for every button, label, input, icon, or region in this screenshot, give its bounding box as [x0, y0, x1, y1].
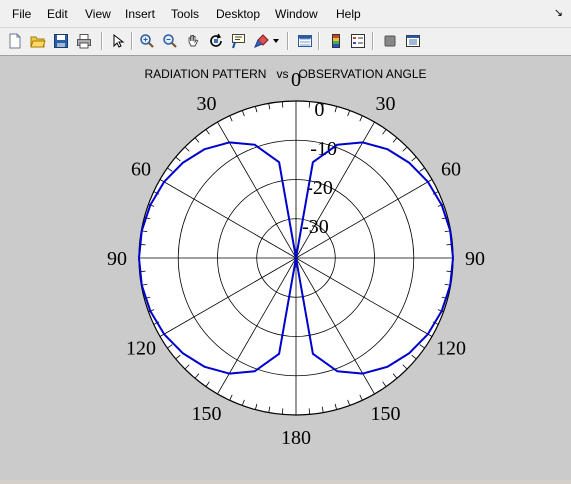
figure-canvas: RADIATION PATTERN vs OBSERVATION ANGLE 0… — [0, 56, 571, 480]
menu-insert[interactable]: Insert — [125, 7, 155, 21]
pan-hand-icon[interactable] — [183, 31, 203, 51]
menu-window[interactable]: Window — [275, 7, 318, 21]
plot-title: RADIATION PATTERN vs OBSERVATION ANGLE — [144, 67, 427, 81]
menu-desktop[interactable]: Desktop — [216, 7, 260, 21]
angle-tick-label: 30 — [376, 93, 396, 115]
menu-file[interactable]: File — [12, 7, 31, 21]
angle-tick-label: 180 — [281, 427, 311, 449]
menu-help[interactable]: Help — [336, 7, 361, 21]
toolbar-separator — [372, 32, 374, 50]
rotate-3d-icon[interactable] — [206, 31, 226, 51]
toolbar-separator — [318, 32, 320, 50]
angle-tick-label: 120 — [436, 338, 466, 360]
insert-legend-icon[interactable] — [348, 31, 368, 51]
radial-tick-label: 0 — [314, 99, 324, 121]
angle-tick-label: 120 — [126, 338, 156, 360]
angle-tick-label: 150 — [192, 403, 222, 425]
zoom-out-icon[interactable] — [160, 31, 180, 51]
menu-view[interactable]: View — [85, 7, 111, 21]
radial-tick-label: -30 — [302, 216, 329, 238]
polar-angle-tick — [308, 408, 311, 415]
menu-tools[interactable]: Tools — [171, 7, 199, 21]
polar-angle-tick — [281, 408, 284, 415]
toolbar-separator — [287, 32, 289, 50]
brush-icon[interactable] — [252, 31, 272, 51]
insert-colorbar-icon[interactable] — [326, 31, 346, 51]
angle-tick-label: 60 — [441, 159, 461, 181]
figure-toolbar — [0, 28, 571, 56]
angle-tick-label: 90 — [465, 248, 485, 270]
polar-plot: 0306090120150180150120906030 0-10-20-30 — [107, 69, 485, 449]
new-figure-icon[interactable] — [5, 31, 25, 51]
angle-tick-label: 30 — [197, 93, 217, 115]
angle-tick-label: 90 — [107, 248, 127, 270]
zoom-in-icon[interactable] — [137, 31, 157, 51]
polar-angle-tick — [308, 101, 311, 108]
polar-angle-tick — [281, 101, 284, 108]
save-icon[interactable] — [51, 31, 71, 51]
show-plot-tools-icon[interactable] — [403, 31, 423, 51]
edit-plot-arrow-icon[interactable] — [107, 31, 127, 51]
hide-plot-tools-icon[interactable] — [380, 31, 400, 51]
link-plot-icon[interactable] — [295, 31, 315, 51]
open-file-icon[interactable] — [28, 31, 48, 51]
angle-tick-label: 60 — [131, 159, 151, 181]
toolbar-separator — [131, 32, 133, 50]
brush-dropdown-icon[interactable] — [271, 31, 281, 51]
toolbar-separator — [101, 32, 103, 50]
menu-edit[interactable]: Edit — [47, 7, 68, 21]
data-cursor-icon[interactable] — [229, 31, 249, 51]
print-icon[interactable] — [74, 31, 94, 51]
dock-arrow-icon[interactable]: ↘ — [554, 6, 563, 19]
menu-bar: File Edit View Insert Tools Desktop Wind… — [0, 0, 571, 28]
angle-tick-label: 150 — [371, 403, 401, 425]
